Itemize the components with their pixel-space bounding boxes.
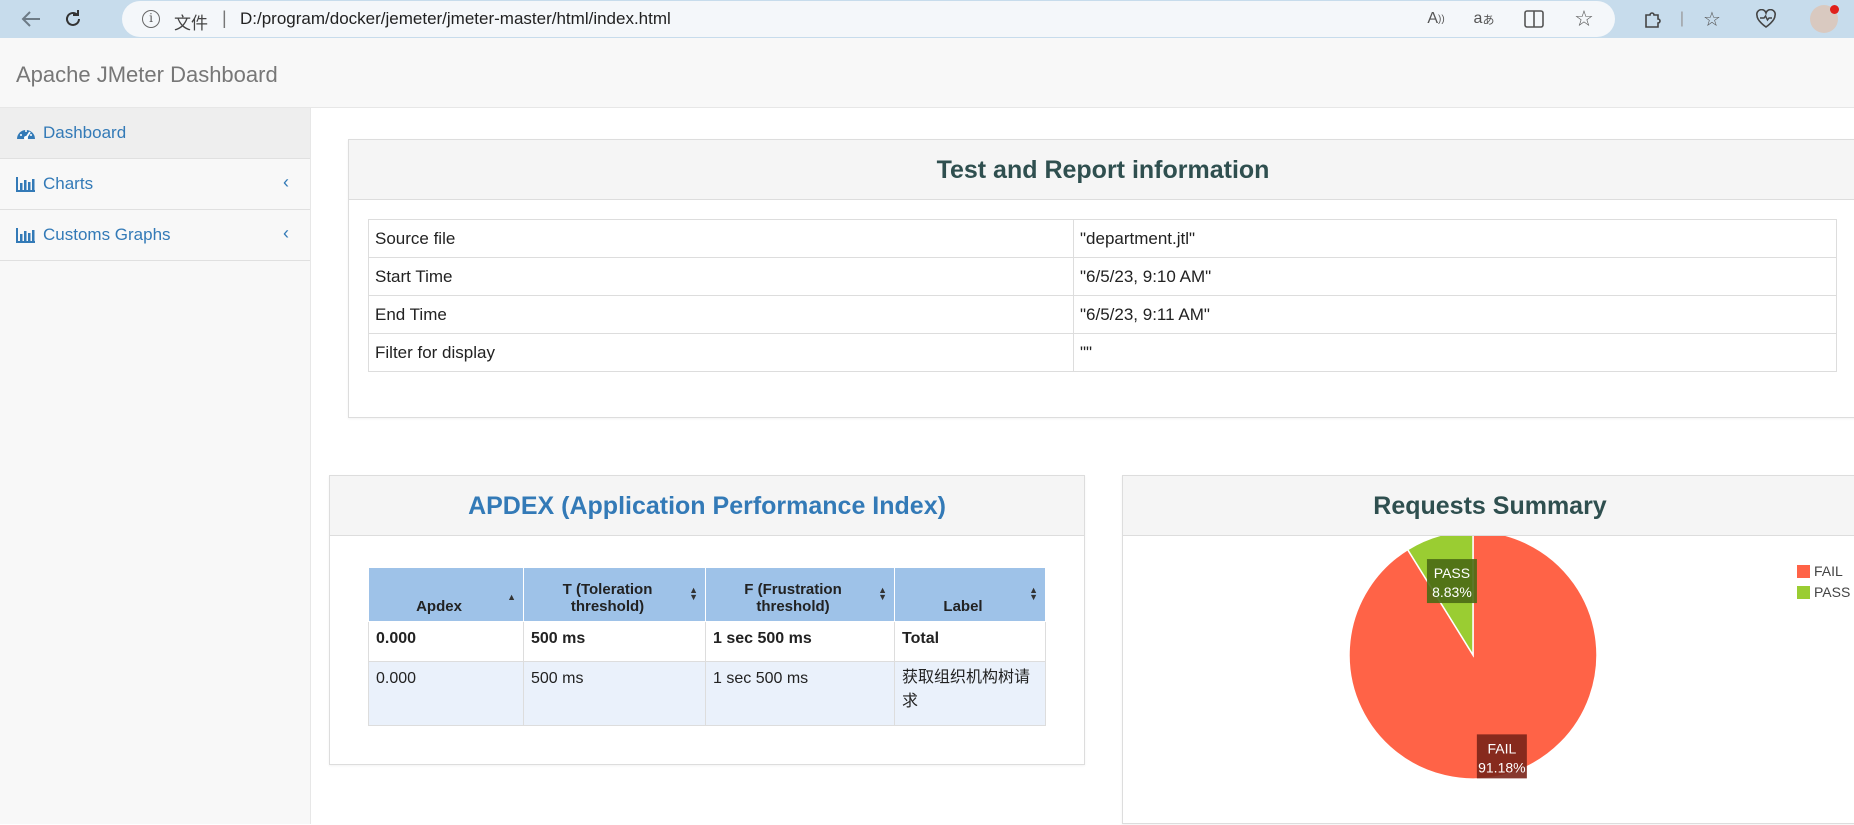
app-navbar: Apache JMeter Dashboard xyxy=(0,38,1854,108)
panel-title: Requests Summary xyxy=(1123,476,1854,536)
header-label: F (Frustration threshold) xyxy=(744,581,842,615)
translate-icon[interactable]: aあ xyxy=(1472,8,1496,30)
bar-chart-icon xyxy=(16,177,35,192)
info-value: "6/5/23, 9:10 AM" xyxy=(1073,257,1837,296)
sidebar-item-label: Dashboard xyxy=(43,123,127,142)
chevron-left-icon[interactable]: ‹ xyxy=(283,223,289,244)
test-info-table: Source file "department.jtl" Start Time … xyxy=(368,219,1837,372)
info-key: Source file xyxy=(368,219,1074,258)
sort-ascending-icon[interactable]: ▲ xyxy=(507,593,516,602)
table-row: Filter for display "" xyxy=(368,333,1837,372)
apdex-table: Apdex ▲ T (Toleration threshold) ▲ ▼ F (F… xyxy=(368,567,1046,726)
apdex-cell: 0.000 xyxy=(368,621,524,662)
browser-toolbar: i 文件 | D:/program/docker/jemeter/jmeter-… xyxy=(0,0,1854,38)
notification-dot xyxy=(1830,5,1839,14)
read-aloud-icon[interactable]: A)) xyxy=(1424,8,1448,30)
address-bar[interactable]: i 文件 | D:/program/docker/jemeter/jmeter-… xyxy=(122,1,1615,37)
legend-item-pass[interactable]: PASS xyxy=(1797,584,1850,600)
info-key: Filter for display xyxy=(368,333,1074,372)
frustration-cell: 1 sec 500 ms xyxy=(705,621,895,662)
table-row-total: 0.000 500 ms 1 sec 500 ms Total xyxy=(368,621,1046,662)
header-label: Apdex xyxy=(416,598,462,615)
toleration-cell: 500 ms xyxy=(523,661,706,726)
info-value: "" xyxy=(1073,333,1837,372)
legend-label: PASS xyxy=(1814,584,1851,600)
panel-title: Test and Report information xyxy=(349,140,1854,200)
address-separator: | xyxy=(222,8,227,28)
apdex-cell: 0.000 xyxy=(368,661,524,726)
refresh-icon[interactable] xyxy=(59,5,87,33)
info-value: "6/5/23, 9:11 AM" xyxy=(1073,295,1837,334)
apdex-title-link[interactable]: APDEX (Application Performance Index) xyxy=(330,476,1084,536)
url-text[interactable]: D:/program/docker/jemeter/jmeter-master/… xyxy=(240,9,671,29)
sort-both-icon[interactable]: ▲ ▼ xyxy=(689,586,698,602)
toolbar-divider: | xyxy=(1679,10,1685,27)
sort-both-icon[interactable]: ▲ ▼ xyxy=(878,586,887,602)
table-row: End Time "6/5/23, 9:11 AM" xyxy=(368,295,1837,334)
info-icon[interactable]: i xyxy=(142,10,160,28)
column-header-toleration[interactable]: T (Toleration threshold) ▲ ▼ xyxy=(523,567,706,622)
column-header-label[interactable]: Label ▲ ▼ xyxy=(894,567,1046,622)
dashboard-gauge-icon xyxy=(17,130,35,140)
pie-label-value: 8.83% xyxy=(1432,584,1472,600)
favorite-star-icon[interactable]: ☆ xyxy=(1572,6,1596,31)
sidebar-item-customs-graphs[interactable]: Customs Graphs ‹ xyxy=(0,210,310,261)
sidebar-item-dashboard[interactable]: Dashboard xyxy=(0,108,310,159)
info-key: End Time xyxy=(368,295,1074,334)
favorites-list-icon[interactable]: ☆ xyxy=(1700,8,1724,31)
extensions-icon[interactable] xyxy=(1640,8,1664,30)
table-row: Start Time "6/5/23, 9:10 AM" xyxy=(368,257,1837,296)
sidebar: Dashboard Charts ‹ Customs Graphs ‹ xyxy=(0,108,311,824)
info-value: "department.jtl" xyxy=(1073,219,1837,258)
sort-both-icon[interactable]: ▲ ▼ xyxy=(1029,586,1038,602)
pie-label-value: 91.18% xyxy=(1478,759,1525,775)
header-label: T (Toleration threshold) xyxy=(562,581,653,615)
label-cell: Total xyxy=(894,621,1046,662)
column-header-apdex[interactable]: Apdex ▲ xyxy=(368,567,524,622)
header-label: Label xyxy=(943,598,983,615)
back-icon[interactable] xyxy=(17,5,45,33)
table-header-row: Apdex ▲ T (Toleration threshold) ▲ ▼ F (F… xyxy=(368,567,1046,622)
requests-summary-panel: Requests Summary FAIL 91.18% PASS 8.83% FAI… xyxy=(1122,475,1854,824)
toleration-cell: 500 ms xyxy=(523,621,706,662)
table-row: Source file "department.jtl" xyxy=(368,219,1837,258)
apdex-panel: APDEX (Application Performance Index) Ap… xyxy=(329,475,1085,765)
requests-pie-chart[interactable]: FAIL 91.18% PASS 8.83% xyxy=(1123,536,1854,825)
frustration-cell: 1 sec 500 ms xyxy=(705,661,895,726)
sidebar-item-label: Customs Graphs xyxy=(43,225,171,244)
sidebar-item-label: Charts xyxy=(43,174,94,193)
info-key: Start Time xyxy=(368,257,1074,296)
legend-swatch-pass xyxy=(1797,586,1810,599)
test-report-info-panel: Test and Report information Source file … xyxy=(348,139,1854,418)
browser-essentials-icon[interactable] xyxy=(1754,8,1778,30)
chevron-left-icon[interactable]: ‹ xyxy=(283,172,289,193)
pie-label-name: PASS xyxy=(1434,565,1470,581)
label-cell: 获取组织机构树请求 xyxy=(894,661,1046,726)
table-row: 0.000 500 ms 1 sec 500 ms 获取组织机构树请求 xyxy=(368,661,1046,726)
pie-label-name: FAIL xyxy=(1487,740,1516,756)
legend-label: FAIL xyxy=(1814,563,1843,579)
pie-label-fail: FAIL 91.18% xyxy=(1476,734,1527,779)
legend-item-fail[interactable]: FAIL xyxy=(1797,563,1843,579)
app-title[interactable]: Apache JMeter Dashboard xyxy=(16,62,278,88)
legend-swatch-fail xyxy=(1797,565,1810,578)
file-scheme-label: 文件 xyxy=(174,14,208,33)
column-header-frustration[interactable]: F (Frustration threshold) ▲ ▼ xyxy=(705,567,895,622)
split-screen-icon[interactable] xyxy=(1522,8,1546,30)
pie-label-pass: PASS 8.83% xyxy=(1426,559,1477,604)
bar-chart-icon xyxy=(16,228,35,243)
sidebar-item-charts[interactable]: Charts ‹ xyxy=(0,159,310,210)
